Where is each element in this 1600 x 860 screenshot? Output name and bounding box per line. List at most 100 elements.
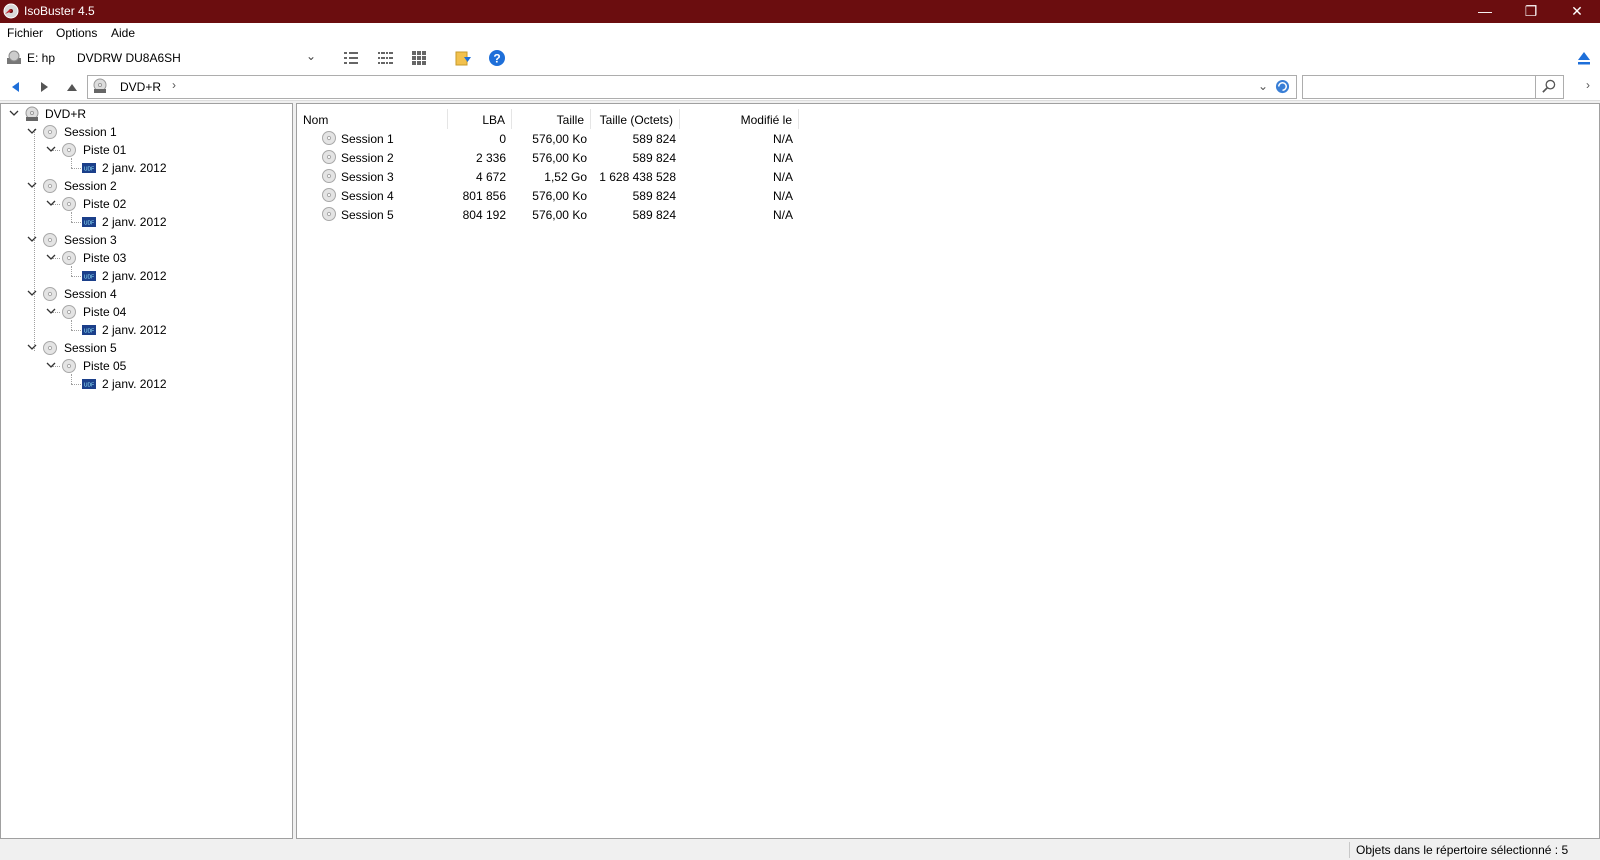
cell-name: Session 3: [341, 170, 394, 184]
list-row[interactable]: Session 4 801 856 576,00 Ko 589 824 N/A: [297, 186, 897, 205]
cell-size: 576,00 Ko: [532, 151, 587, 165]
tree-node-track[interactable]: Piste 03: [46, 249, 246, 267]
session-disc-icon: [43, 287, 57, 301]
tree-node-file[interactable]: UDF 2 janv. 2012: [65, 159, 245, 177]
track-disc-icon: [62, 143, 76, 157]
chevron-down-icon[interactable]: [27, 234, 37, 244]
tree-node-session[interactable]: Session 4: [27, 285, 257, 303]
session-disc-icon: [322, 207, 336, 221]
menu-options[interactable]: Options: [56, 26, 97, 40]
cell-bytes: 589 824: [632, 189, 676, 203]
tree-node-file[interactable]: UDF 2 janv. 2012: [65, 213, 245, 231]
tree-file-label: 2 janv. 2012: [102, 215, 167, 229]
svg-text:UDF: UDF: [84, 329, 94, 335]
chevron-down-icon[interactable]: [27, 126, 37, 136]
chevron-down-icon[interactable]: [46, 144, 56, 154]
cell-name: Session 5: [341, 208, 394, 222]
udf-file-icon: UDF: [82, 163, 96, 173]
svg-text:UDF: UDF: [84, 275, 94, 281]
restore-button[interactable]: ❐: [1508, 0, 1554, 23]
help-icon[interactable]: ?: [488, 49, 506, 67]
cell-modified: N/A: [772, 189, 793, 203]
isobuster-app-icon: [3, 3, 19, 19]
drive-name: DVDRW DU8A6SH: [77, 51, 181, 65]
chevron-down-icon[interactable]: [46, 198, 56, 208]
cell-name: Session 2: [341, 151, 394, 165]
up-arrow-icon[interactable]: [64, 79, 80, 95]
tree-track-label: Piste 01: [83, 143, 127, 157]
chevron-down-icon[interactable]: [27, 288, 37, 298]
menu-aide[interactable]: Aide: [111, 26, 135, 40]
tree-node-session[interactable]: Session 3: [27, 231, 257, 249]
tree-node-session[interactable]: Session 2: [27, 177, 257, 195]
session-disc-icon: [322, 131, 336, 145]
breadcrumb-separator-icon[interactable]: ›: [172, 78, 176, 92]
list-view-icon[interactable]: [376, 49, 394, 67]
svg-text:UDF: UDF: [84, 167, 94, 173]
cell-modified: N/A: [772, 208, 793, 222]
column-header-name[interactable]: Nom: [300, 109, 448, 129]
chevron-down-icon: ⌄: [305, 49, 316, 63]
forward-arrow-icon[interactable]: [36, 79, 52, 95]
search-options-chevron-icon[interactable]: ›: [1586, 78, 1590, 92]
eject-icon[interactable]: [1575, 49, 1593, 67]
chevron-down-icon[interactable]: [46, 252, 56, 262]
extract-folder-icon[interactable]: [454, 49, 472, 67]
tree-node-file[interactable]: UDF 2 janv. 2012: [65, 321, 245, 339]
search-icon[interactable]: [1541, 79, 1556, 94]
column-header-modified[interactable]: Modifié le: [680, 109, 799, 129]
list-row[interactable]: Session 5 804 192 576,00 Ko 589 824 N/A: [297, 205, 897, 224]
column-header-lba[interactable]: LBA: [448, 109, 512, 129]
chevron-down-icon[interactable]: [46, 306, 56, 316]
breadcrumb-dvd[interactable]: DVD+R: [120, 80, 161, 94]
udf-file-icon: UDF: [82, 325, 96, 335]
tree-node-track[interactable]: Piste 02: [46, 195, 246, 213]
cell-bytes: 1 628 438 528: [599, 170, 676, 184]
list-row[interactable]: Session 3 4 672 1,52 Go 1 628 438 528 N/A: [297, 167, 897, 186]
session-disc-icon: [43, 179, 57, 193]
status-text: Objets dans le répertoire sélectionné : …: [1356, 843, 1569, 857]
chevron-down-icon[interactable]: [46, 360, 56, 370]
file-list: Nom LBA Taille Taille (Octets) Modifié l…: [296, 103, 1600, 839]
chevron-down-icon[interactable]: [27, 180, 37, 190]
address-dropdown-icon[interactable]: ⌄: [1258, 79, 1268, 93]
tree-node-file[interactable]: UDF 2 janv. 2012: [65, 267, 245, 285]
drive-selector[interactable]: E: hp DVDRW DU8A6SH ⌄: [4, 47, 322, 69]
column-header-bytes[interactable]: Taille (Octets): [591, 109, 680, 129]
drive-letter: E: hp: [27, 51, 56, 65]
tree-root-label: DVD+R: [45, 107, 87, 121]
disc-icon: [93, 78, 107, 93]
close-button[interactable]: ✕: [1554, 0, 1600, 23]
icons-view-icon[interactable]: [410, 49, 428, 67]
tree-node-track[interactable]: Piste 01: [46, 141, 246, 159]
chevron-down-icon[interactable]: [9, 108, 19, 118]
svg-text:UDF: UDF: [84, 221, 94, 227]
address-bar[interactable]: DVD+R › ⌄: [87, 75, 1297, 99]
tree-track-label: Piste 03: [83, 251, 127, 265]
tree-node-track[interactable]: Piste 05: [46, 357, 246, 375]
session-disc-icon: [43, 233, 57, 247]
details-view-icon[interactable]: [342, 49, 360, 67]
list-row[interactable]: Session 1 0 576,00 Ko 589 824 N/A: [297, 129, 897, 148]
tree-node-track[interactable]: Piste 04: [46, 303, 246, 321]
tree-node-file[interactable]: UDF 2 janv. 2012: [65, 375, 245, 393]
list-row[interactable]: Session 2 2 336 576,00 Ko 589 824 N/A: [297, 148, 897, 167]
tree-node-session[interactable]: Session 1: [27, 123, 257, 141]
refresh-icon[interactable]: [1275, 79, 1290, 94]
cell-size: 576,00 Ko: [532, 208, 587, 222]
back-arrow-icon[interactable]: [8, 79, 24, 95]
menu-fichier[interactable]: Fichier: [7, 26, 43, 40]
chevron-down-icon[interactable]: [27, 342, 37, 352]
search-box[interactable]: [1302, 75, 1564, 99]
status-bar: Objets dans le répertoire sélectionné : …: [0, 840, 1600, 860]
search-input[interactable]: [1305, 77, 1533, 97]
tree-node-root[interactable]: DVD+R: [9, 105, 269, 123]
tree-session-label: Session 1: [64, 125, 117, 139]
column-header-size[interactable]: Taille: [512, 109, 591, 129]
cell-bytes: 589 824: [632, 208, 676, 222]
menu-bar: Fichier Options Aide: [0, 23, 1600, 43]
cell-name: Session 4: [341, 189, 394, 203]
tree-node-session[interactable]: Session 5: [27, 339, 257, 357]
minimize-button[interactable]: —: [1462, 0, 1508, 23]
tree-session-label: Session 2: [64, 179, 117, 193]
